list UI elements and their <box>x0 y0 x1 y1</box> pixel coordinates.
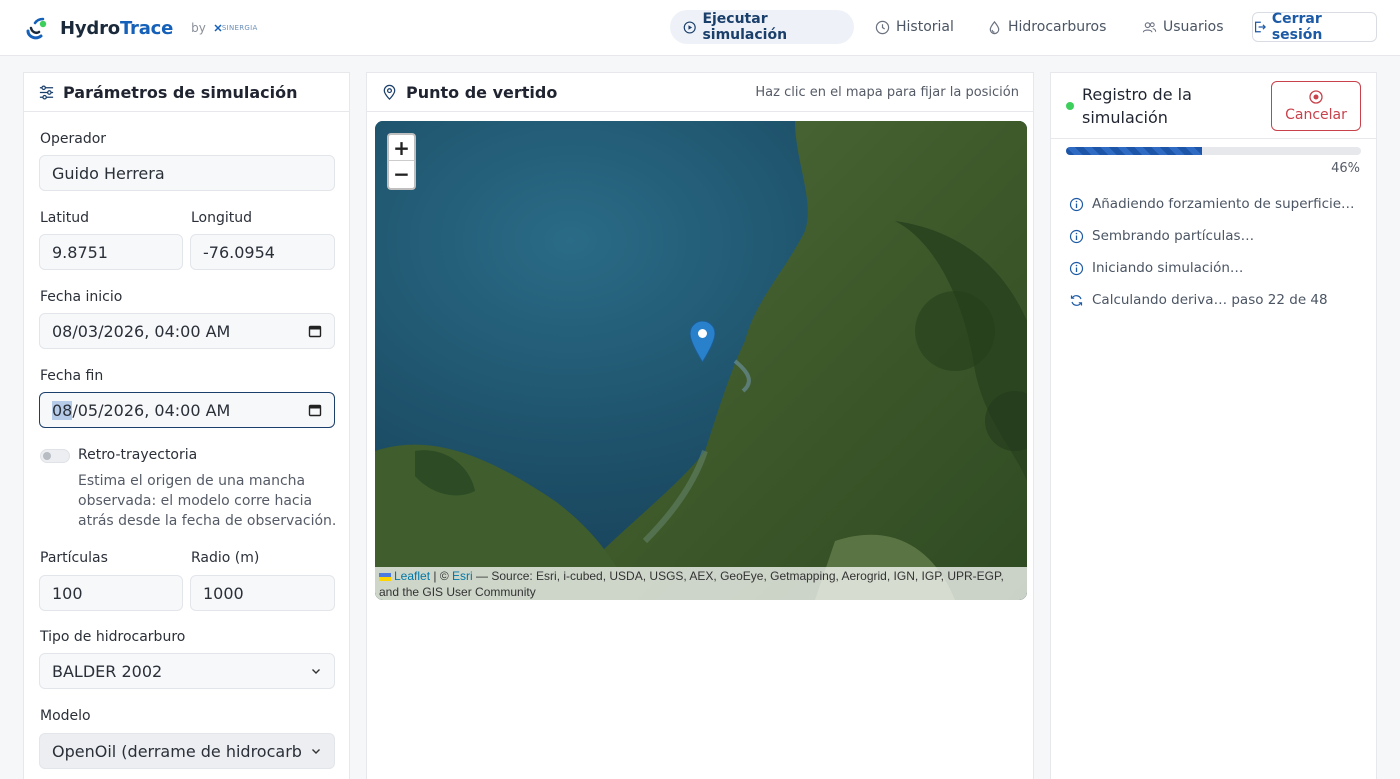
end-date-value: 08/05/2026, 04:00 AM <box>52 400 231 420</box>
partner-mark-icon <box>214 24 222 32</box>
operator-value: Guido Herrera <box>52 163 165 183</box>
calendar-icon[interactable] <box>308 403 322 417</box>
map-pin-icon <box>383 84 396 100</box>
refresh-icon <box>1070 294 1083 306</box>
map-attribution: Leaflet | © Esri — Source: Esri, i-cubed… <box>375 567 1027 600</box>
nav-users[interactable]: Usuarios <box>1129 10 1237 44</box>
longitude-label: Longitud <box>191 210 253 226</box>
brand-by-label: by <box>191 21 206 35</box>
start-date-value: 08/03/2026, 04:00 AM <box>52 321 231 341</box>
latitude-value: 9.8751 <box>52 242 108 262</box>
radius-label: Radio (m) <box>191 550 260 566</box>
particles-value: 100 <box>52 583 83 603</box>
retro-trajectory-toggle[interactable] <box>40 449 70 463</box>
progress-fill <box>1066 147 1202 155</box>
esri-link[interactable]: Esri <box>452 569 473 583</box>
nav-run-simulation[interactable]: Ejecutar simulación <box>670 10 854 44</box>
retro-trajectory-label: Retro-trayectoria <box>78 447 198 463</box>
log-entry: Añadiendo forzamiento de superficie… <box>1069 196 1365 212</box>
parameters-header: Parámetros de simulación <box>24 73 349 112</box>
brand[interactable]: HydroTrace by SINERGIA <box>24 14 258 42</box>
play-circle-icon <box>683 20 696 34</box>
latitude-field[interactable]: 9.8751 <box>39 234 183 270</box>
end-date-field[interactable]: 08/05/2026, 04:00 AM <box>39 392 335 428</box>
nav-run-label: Ejecutar simulación <box>702 11 788 43</box>
log-entry: Calculando deriva… paso 22 de 48 <box>1069 292 1365 308</box>
calendar-icon[interactable] <box>308 324 322 338</box>
zoom-out-button[interactable]: − <box>389 161 414 187</box>
hydrocarbon-type-value: BALDER 2002 <box>52 661 163 681</box>
progress-bar <box>1066 147 1361 155</box>
log-entry: Sembrando partículas… <box>1069 228 1365 244</box>
top-bar: HydroTrace by SINERGIA Ejecutar simulaci… <box>0 0 1400 56</box>
model-label: Modelo <box>40 708 91 724</box>
end-date-label: Fecha fin <box>40 368 104 384</box>
particles-field[interactable]: 100 <box>39 575 183 611</box>
log-header: Registro de la simulación Cancelar <box>1051 73 1376 139</box>
operator-label: Operador <box>40 131 107 147</box>
zoom-control: + − <box>387 133 416 190</box>
partner-logo: SINERGIA <box>214 24 258 32</box>
progress-percent: 46% <box>1331 161 1360 176</box>
sliders-icon <box>39 84 54 100</box>
users-icon <box>1142 21 1157 32</box>
start-date-label: Fecha inicio <box>40 289 123 305</box>
spill-point-title: Punto de vertido <box>406 82 558 102</box>
map-hint: Haz clic en el mapa para fijar la posici… <box>755 84 1019 100</box>
droplet-icon <box>989 20 1000 34</box>
log-entry: Iniciando simulación… <box>1069 260 1365 276</box>
stop-circle-icon <box>1309 89 1323 104</box>
model-value: OpenOil (derrame de hidrocarburos) <box>52 741 302 761</box>
nav-users-label: Usuarios <box>1163 19 1224 35</box>
simulation-log-panel: Registro de la simulación Cancelar 46% A… <box>1050 72 1377 779</box>
simulation-parameters-panel: Parámetros de simulación Operador Guido … <box>23 72 350 779</box>
longitude-value: -76.0954 <box>203 242 275 262</box>
spill-point-panel: Punto de vertido Haz clic en el mapa par… <box>366 72 1034 779</box>
cancel-label: Cancelar <box>1285 106 1347 123</box>
ukraine-flag-icon <box>379 572 391 581</box>
log-entry-text: Calculando deriva… paso 22 de 48 <box>1092 292 1328 308</box>
chevron-down-icon <box>312 749 320 754</box>
log-entry-text: Sembrando partículas… <box>1092 228 1255 244</box>
parameters-title: Parámetros de simulación <box>63 82 298 102</box>
chevron-down-icon <box>312 669 320 674</box>
leaflet-link[interactable]: Leaflet <box>394 569 430 583</box>
nav-hydrocarbons-label: Hidrocarburos <box>1008 19 1107 35</box>
attribution-source: — Source: Esri, i-cubed, USDA, USGS, AEX… <box>379 569 1004 599</box>
hydrotrace-logo-icon <box>26 17 47 40</box>
cancel-button[interactable]: Cancelar <box>1271 81 1361 131</box>
hydrocarbon-type-select[interactable]: BALDER 2002 <box>39 653 335 689</box>
operator-field[interactable]: Guido Herrera <box>39 155 335 191</box>
logout-icon <box>1254 21 1266 33</box>
radius-value: 1000 <box>203 583 244 603</box>
attribution-separator: | © <box>430 569 452 583</box>
clock-icon <box>875 20 890 34</box>
log-entry-text: Añadiendo forzamiento de superficie… <box>1092 196 1355 212</box>
retro-trajectory-help: Estima el origen de una mancha observada… <box>78 473 337 529</box>
info-icon <box>1069 197 1084 211</box>
app-name: HydroTrace <box>60 17 174 39</box>
radius-field[interactable]: 1000 <box>190 575 335 611</box>
nav-history[interactable]: Historial <box>862 10 967 44</box>
logout-button[interactable]: Cerrar sesión <box>1252 11 1377 43</box>
satellite-map[interactable]: + − Leaflet | © Esri — Source: Esri, i-c… <box>375 121 1027 600</box>
info-icon <box>1069 229 1084 243</box>
latitude-label: Latitud <box>40 210 90 226</box>
model-select[interactable]: OpenOil (derrame de hidrocarburos) <box>39 733 335 769</box>
hydrocarbon-type-label: Tipo de hidrocarburo <box>40 629 186 645</box>
particles-label: Partículas <box>40 550 108 566</box>
spill-marker-icon[interactable] <box>690 321 715 362</box>
longitude-field[interactable]: -76.0954 <box>190 234 335 270</box>
log-entry-text: Iniciando simulación… <box>1092 260 1244 276</box>
logout-label: Cerrar sesión <box>1271 11 1323 43</box>
zoom-in-button[interactable]: + <box>389 135 414 161</box>
spill-point-header: Punto de vertido Haz clic en el mapa par… <box>367 73 1033 112</box>
log-title: Registro de la simulación <box>1082 84 1192 127</box>
start-date-field[interactable]: 08/03/2026, 04:00 AM <box>39 313 335 349</box>
status-dot-icon <box>1066 101 1074 110</box>
nav-history-label: Historial <box>896 19 954 35</box>
nav-hydrocarbons[interactable]: Hidrocarburos <box>974 10 1119 44</box>
info-icon <box>1069 261 1084 275</box>
